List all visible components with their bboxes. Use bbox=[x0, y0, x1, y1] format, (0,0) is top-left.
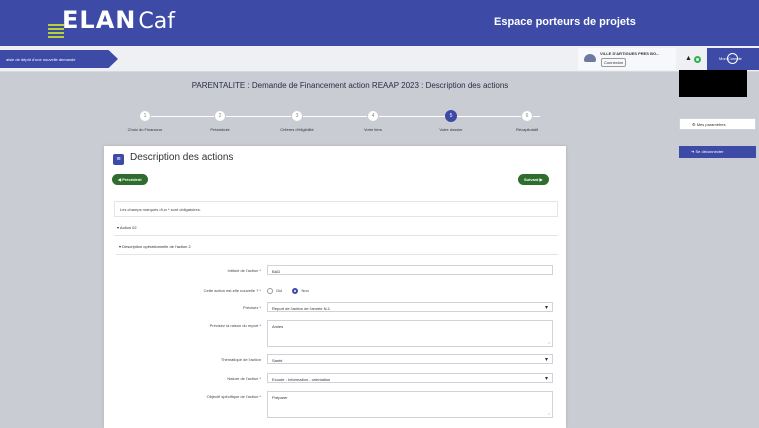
logo-stripes-icon bbox=[48, 24, 64, 38]
objectif-label: Objectif spécifique de l'action * bbox=[206, 394, 261, 399]
precisez-select[interactable]: Report de l'action de l'année N-1 bbox=[267, 302, 553, 312]
required-fields-note: Les champs marqués d'un * sont obligatoi… bbox=[114, 201, 558, 217]
radio-non[interactable] bbox=[292, 288, 299, 294]
step-3[interactable]: 3 Critères d'éligibilité bbox=[262, 110, 332, 132]
document-icon: ≡ bbox=[113, 154, 124, 165]
accordion-action[interactable]: ▾ Action 02 bbox=[114, 225, 558, 236]
step-circle: 5 bbox=[445, 110, 457, 122]
accordion-description[interactable]: ▾ Description opérationnelle de l'action… bbox=[116, 244, 558, 255]
raison-value: Amies bbox=[272, 324, 284, 329]
thematique-select[interactable]: Santé bbox=[267, 354, 553, 364]
resize-handle-icon[interactable]: ⌟ bbox=[548, 410, 550, 416]
page-title: PARENTALITE : Demande de Financement act… bbox=[191, 81, 509, 90]
logout-label: Se déconnecter bbox=[695, 149, 724, 154]
step-label: Choix du Financeur bbox=[127, 127, 163, 132]
step-circle: 1 bbox=[139, 110, 151, 122]
nature-label: Nature de l'action * bbox=[227, 376, 261, 381]
top-bar: ELANCaf Espace porteurs de projets bbox=[0, 0, 759, 46]
step-label: Votre dossier bbox=[439, 127, 463, 132]
radio-oui-label: Oui bbox=[276, 288, 283, 294]
objectif-textarea[interactable]: Préparer ⌟ bbox=[267, 391, 553, 418]
description-panel: ≡ Description des actions ◀ Précédent Su… bbox=[104, 146, 566, 428]
bell-icon[interactable]: ▲ bbox=[685, 55, 692, 62]
section-title: Description des actions bbox=[130, 152, 234, 163]
nature-select[interactable]: Ecoute - Information - orientation bbox=[267, 373, 553, 383]
step-circle: 4 bbox=[367, 110, 379, 122]
intitule-label: Intitulé de l'action * bbox=[227, 268, 261, 273]
nouvelle-radio-group: Oui Non bbox=[267, 288, 309, 294]
user-menu-label: Mon Compte bbox=[719, 56, 742, 61]
step-6[interactable]: 6 Récapitulatif bbox=[492, 110, 562, 132]
user-menu-button[interactable]: Mon Compte bbox=[707, 48, 759, 70]
step-label: Récapitulatif bbox=[515, 127, 538, 132]
organization-name: VILLE D'ARTIGUES PRES BO... bbox=[600, 51, 660, 56]
radio-non-label: Non bbox=[301, 288, 309, 294]
step-2[interactable]: 2 Préambule bbox=[185, 110, 255, 132]
organization-box[interactable]: VILLE D'ARTIGUES PRES BO... Connexion bbox=[578, 48, 676, 70]
espace-title: Espace porteurs de projets bbox=[494, 16, 636, 28]
organization-icon bbox=[584, 54, 596, 62]
redacted-block bbox=[679, 70, 747, 97]
raison-label: Précisez la raison du report * bbox=[209, 323, 261, 328]
step-4[interactable]: 4 Votre tiers bbox=[338, 110, 408, 132]
step-circle: 3 bbox=[291, 110, 303, 122]
nouvelle-label: Cette action est-elle nouvelle ? * bbox=[203, 288, 261, 293]
step-label: Préambule bbox=[210, 127, 230, 132]
logo-suffix: Caf bbox=[138, 9, 175, 34]
status-ring-icon bbox=[694, 56, 701, 63]
step-1[interactable]: 1 Choix du Financeur bbox=[110, 110, 180, 132]
precisez-label: Précisez * bbox=[242, 305, 261, 310]
thematique-label: Thématique de l'action bbox=[220, 357, 261, 362]
new-request-tab[interactable]: aisie de dépôt d'une nouvelle demande bbox=[0, 50, 118, 68]
accordion-description-label: Description opérationnelle de l'action 2 bbox=[122, 244, 191, 249]
objectif-value: Préparer bbox=[272, 395, 288, 400]
accordion-action-label: Action 02 bbox=[119, 225, 137, 230]
params-label: Mes paramètres bbox=[696, 122, 726, 127]
step-5[interactable]: 5 Votre dossier bbox=[416, 110, 486, 132]
elan-caf-logo[interactable]: ELANCaf bbox=[48, 6, 175, 38]
intitule-input[interactable]: BAD bbox=[267, 265, 553, 275]
resize-handle-icon[interactable]: ⌟ bbox=[548, 339, 550, 345]
params-button[interactable]: ⚙ Mes paramètres bbox=[679, 118, 756, 130]
step-label: Critères d'éligibilité bbox=[280, 127, 314, 132]
step-label: Votre tiers bbox=[363, 127, 382, 132]
radio-oui[interactable] bbox=[267, 288, 273, 294]
step-circle: 6 bbox=[521, 110, 533, 122]
logout-button[interactable]: ➜ Se déconnecter bbox=[679, 146, 756, 158]
raison-textarea[interactable]: Amies ⌟ bbox=[267, 320, 553, 347]
previous-button[interactable]: ◀ Précédent bbox=[112, 174, 148, 185]
organization-connect-button[interactable]: Connexion bbox=[601, 58, 627, 67]
step-circle: 2 bbox=[214, 110, 226, 122]
next-button[interactable]: Suivant ▶ bbox=[518, 174, 549, 185]
logo-brand: ELAN bbox=[62, 6, 137, 34]
